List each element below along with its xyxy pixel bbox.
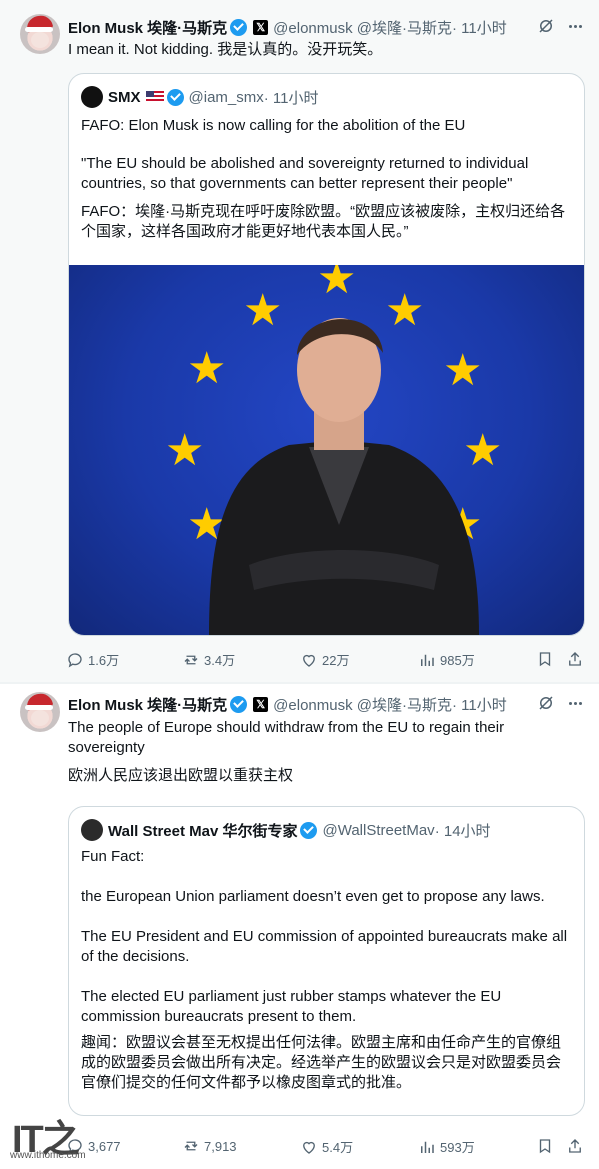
quote-author-name[interactable]: Wall Street Mav 华尔街专家	[108, 820, 297, 841]
views-button[interactable]: 593万	[418, 1137, 475, 1156]
repost-icon	[184, 1141, 198, 1151]
share-icon	[569, 1139, 581, 1153]
quote-text-line: FAFO: Elon Musk is now calling for the a…	[81, 117, 466, 134]
bookmark-button[interactable]	[536, 650, 558, 668]
like-button[interactable]: 22万	[300, 650, 349, 669]
ithome-watermark: IT之家 www.ithome.com	[8, 1108, 100, 1164]
author-name[interactable]: Elon Musk 埃隆·马斯克	[68, 694, 227, 715]
action-bar: 3,677 7,913 5.4万 593万	[66, 1137, 586, 1159]
repost-button[interactable]: 3.4万	[182, 650, 235, 669]
more-options-icon[interactable]	[565, 16, 585, 36]
tweet-text-zh: 欧洲人民应该退出欧盟以重获主权	[68, 767, 294, 784]
heart-icon	[303, 1141, 315, 1154]
quote-author-name[interactable]: SMX	[108, 89, 141, 106]
face	[31, 710, 49, 726]
quote-text-line: The EU President and EU commission of ap…	[81, 928, 568, 965]
grok-icon[interactable]	[537, 17, 555, 35]
tweet-text: I mean it. Not kidding. 我是认真的。没开玩笑。	[68, 41, 383, 58]
bookmark-button[interactable]	[536, 1137, 558, 1155]
quote-time[interactable]: · 14小时	[435, 820, 491, 841]
author-name[interactable]: Elon Musk 埃隆·马斯克	[68, 17, 227, 38]
views-icon	[421, 654, 434, 666]
quote-text-line: 趣闻：欧盟议会甚至无权提出任何法律。欧盟主席和由任命产生的官僚组成的欧盟委员会做…	[81, 1034, 562, 1091]
x-affiliate-icon: 𝕏	[253, 19, 269, 35]
face	[31, 32, 49, 48]
more-options-icon[interactable]	[565, 693, 585, 713]
verified-badge-icon	[230, 695, 248, 713]
repost-count: 7,913	[204, 1138, 237, 1154]
quote-header: Wall Street Mav 华尔街专家 @WallStreetMav · 1…	[81, 819, 491, 841]
tweet-time[interactable]: · 11小时	[452, 694, 507, 715]
reply-count: 1.6万	[88, 653, 120, 668]
quote-handle[interactable]: @WallStreetMav	[322, 822, 434, 839]
quote-handle[interactable]: @iam_smx	[189, 89, 264, 106]
bookmark-icon	[539, 652, 551, 667]
avatar[interactable]	[20, 14, 60, 54]
quote-header: SMX @iam_smx · 11小时	[81, 86, 318, 108]
repost-icon	[184, 655, 198, 664]
quoted-tweet[interactable]: SMX @iam_smx · 11小时 FAFO: Elon Musk is n…	[68, 73, 585, 636]
tweet-header: Elon Musk 埃隆·马斯克 𝕏 @elonmusk @埃隆·马斯克 · 1…	[68, 16, 507, 38]
views-icon	[421, 1141, 434, 1153]
reply-button[interactable]: 1.6万	[66, 650, 119, 669]
tweet-time[interactable]: · 11小时	[452, 17, 507, 38]
view-count: 985万	[440, 653, 475, 668]
author-handle[interactable]: @elonmusk @埃隆·马斯克	[273, 17, 452, 38]
person-silhouette	[209, 318, 479, 635]
quote-text-line: FAFO：埃隆·马斯克现在呼吁废除欧盟。“欧盟应该被废除，主权归还给各个国家，这…	[81, 203, 566, 240]
verified-badge-icon	[166, 88, 184, 106]
share-icon	[569, 652, 581, 666]
heart-icon	[303, 654, 315, 667]
like-button[interactable]: 5.4万	[300, 1137, 353, 1156]
like-count: 5.4万	[322, 1140, 354, 1155]
us-flag-icon	[145, 91, 164, 103]
bookmark-icon	[539, 1139, 551, 1154]
tweet-text: The people of Europe should withdraw fro…	[68, 719, 505, 756]
quote-avatar[interactable]	[81, 819, 103, 841]
quote-text-line: Fun Fact:	[81, 848, 145, 865]
quote-text-line: "The EU should be abolished and sovereig…	[81, 155, 529, 192]
author-handle[interactable]: @elonmusk @埃隆·马斯克	[273, 694, 452, 715]
quote-time[interactable]: · 11小时	[264, 87, 319, 108]
views-button[interactable]: 985万	[418, 650, 475, 669]
quote-text-line: the European Union parliament doesn’t ev…	[81, 888, 545, 905]
quote-avatar[interactable]	[81, 86, 103, 108]
verified-badge-icon	[300, 821, 318, 839]
quote-text-line: The elected EU parliament just rubber st…	[81, 988, 502, 1025]
share-button[interactable]	[566, 1137, 588, 1155]
like-count: 22万	[322, 653, 350, 668]
verified-badge-icon	[230, 18, 248, 36]
tweet-2[interactable]: Elon Musk 埃隆·马斯克 𝕏 @elonmusk @埃隆·马斯克 · 1…	[0, 684, 599, 1169]
view-count: 593万	[440, 1140, 475, 1155]
repost-count: 3.4万	[204, 653, 236, 668]
tweet-1[interactable]: Elon Musk 埃隆·马斯克 𝕏 @elonmusk @埃隆·马斯克 · 1…	[0, 0, 599, 682]
grok-icon[interactable]	[537, 694, 555, 712]
quoted-tweet[interactable]: Wall Street Mav 华尔街专家 @WallStreetMav · 1…	[68, 806, 585, 1116]
reply-icon	[68, 652, 82, 667]
tweet-header: Elon Musk 埃隆·马斯克 𝕏 @elonmusk @埃隆·马斯克 · 1…	[68, 693, 507, 715]
avatar[interactable]	[20, 692, 60, 732]
action-bar: 1.6万 3.4万 22万 985万	[66, 650, 586, 672]
eu-flag-photo[interactable]: ★ ★ ★ ★ ★ ★ ★ ★ ★	[69, 265, 584, 635]
share-button[interactable]	[566, 650, 588, 668]
watermark-url: www.ithome.com	[10, 1150, 86, 1161]
x-affiliate-icon: 𝕏	[253, 696, 269, 712]
repost-button[interactable]: 7,913	[182, 1137, 237, 1155]
